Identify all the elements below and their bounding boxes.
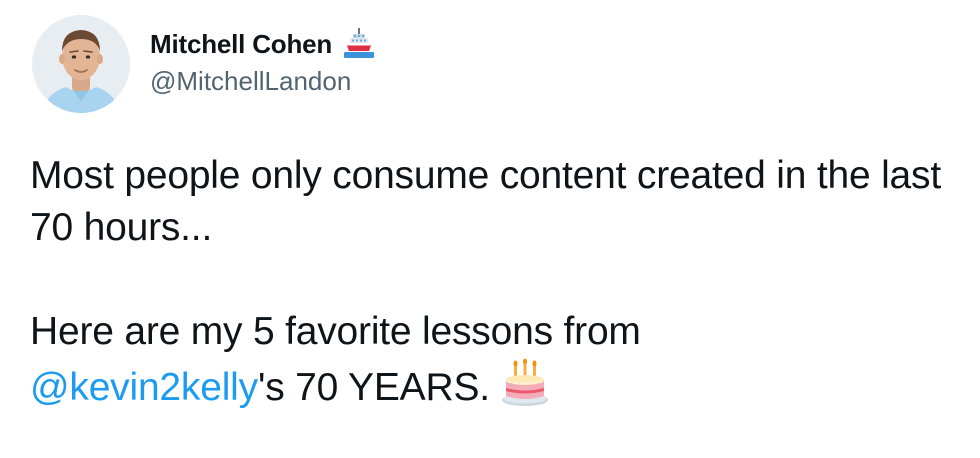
avatar[interactable]	[32, 15, 130, 113]
user-handle[interactable]: @MitchellLandon	[150, 66, 376, 97]
display-name-row: Mitchell Cohen	[150, 26, 376, 62]
mention-link[interactable]: @kevin2kelly	[30, 366, 258, 409]
paragraph-2-prefix: Here are my 5 favorite lessons from	[30, 310, 641, 353]
display-name[interactable]: Mitchell Cohen	[150, 29, 332, 60]
tweet-header: Mitchell Cohen @MitchellLandon	[150, 26, 376, 97]
avatar-photo	[32, 15, 130, 113]
paragraph-2-suffix: 's 70 YEARS.	[257, 366, 490, 409]
tweet-text: Most people only consume content created…	[30, 150, 975, 414]
tweet: Mitchell Cohen @MitchellLandon Most peop…	[0, 0, 980, 458]
cake-icon	[500, 358, 550, 408]
tweet-paragraph-2: Here are my 5 favorite lessons from @kevi…	[30, 306, 975, 414]
ship-icon	[342, 27, 376, 61]
tweet-paragraph-1: Most people only consume content created…	[30, 154, 941, 249]
